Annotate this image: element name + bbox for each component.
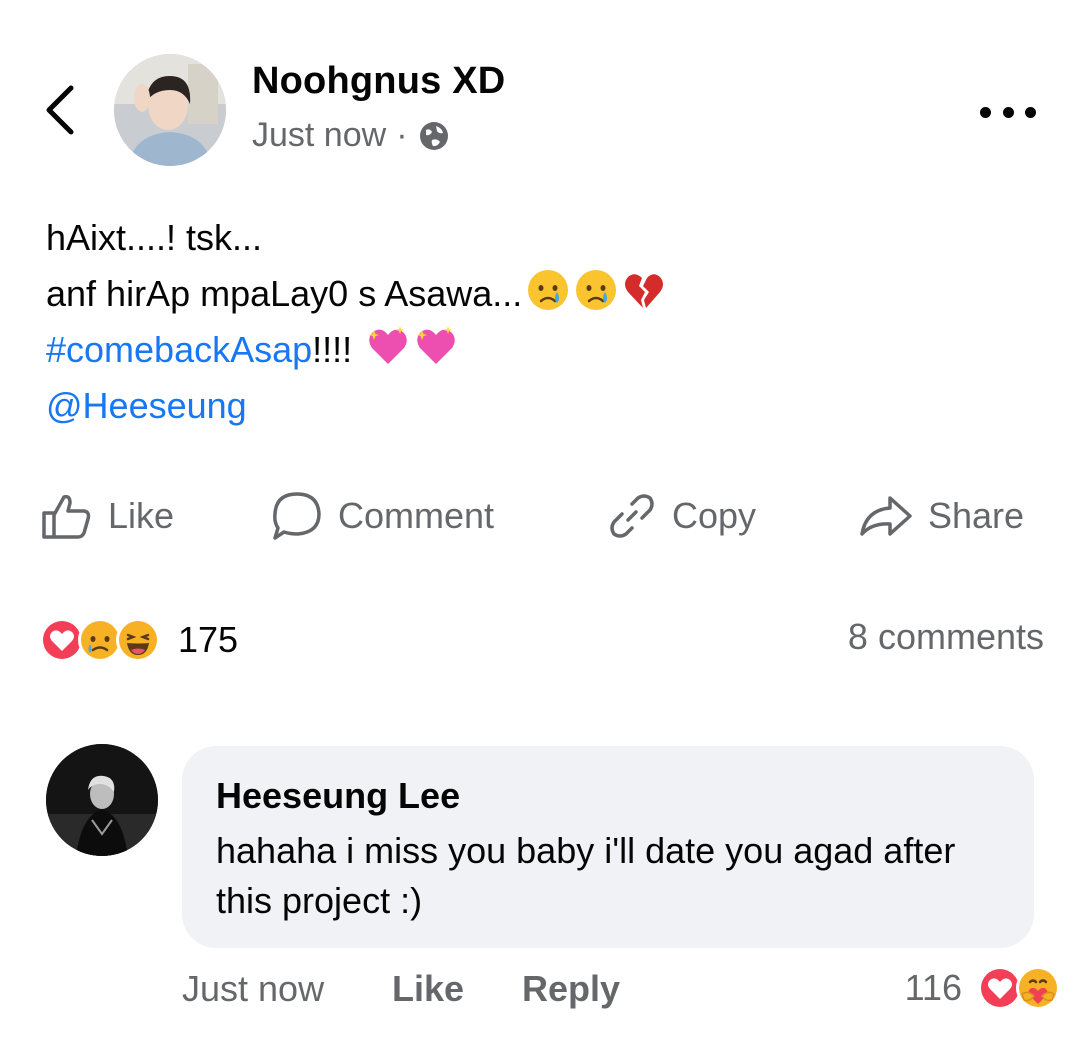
author-avatar[interactable]	[114, 54, 226, 166]
sparkling-heart-emoji	[369, 326, 407, 364]
dot-icon	[1002, 106, 1014, 118]
broken-heart-emoji	[625, 274, 664, 308]
reactions-summary[interactable]: 175	[38, 614, 238, 666]
dot-icon	[1025, 106, 1036, 118]
haha-reaction-icon	[116, 618, 160, 662]
commenter-avatar-image	[46, 744, 158, 856]
comment-button[interactable]: Comment	[270, 488, 494, 544]
hashtag-link[interactable]: #comebackAsap	[46, 329, 312, 370]
post-timestamp[interactable]: Just now	[252, 116, 386, 155]
share-arrow-icon	[860, 496, 912, 536]
copy-label: Copy	[672, 495, 757, 536]
post-line-3: #comebackAsap!!!!	[46, 322, 666, 378]
globe-icon	[419, 121, 448, 150]
comment-like-button[interactable]: Like	[392, 968, 464, 1010]
comment-text: hahaha i miss you baby i'll date you aga…	[216, 830, 956, 921]
post-author-name[interactable]: Noohgnus XD	[252, 60, 505, 103]
crying-face-emoji	[576, 270, 617, 310]
comments-count-link[interactable]: 8 comments	[848, 616, 1044, 658]
author-avatar-image	[114, 54, 226, 166]
care-reaction-icon	[1016, 966, 1060, 1010]
thumbs-up-icon	[42, 494, 91, 539]
comment-bubble: Heeseung Lee hahaha i miss you baby i'll…	[182, 746, 1034, 948]
mention-link[interactable]: @Heeseung	[46, 378, 666, 434]
post-line-1: hAixt....! tsk...	[46, 217, 263, 258]
comment-bubble-icon	[273, 492, 321, 540]
share-label: Share	[928, 495, 1025, 536]
sparkling-heart-emoji	[417, 326, 455, 364]
crying-face-emoji	[528, 270, 569, 310]
post-meta: Just now ·	[252, 116, 450, 155]
meta-separator: ·	[396, 116, 408, 154]
share-button[interactable]: Share	[858, 488, 1024, 544]
post-line-2: anf hirAp mpaLay0 s Asawa...	[46, 266, 666, 322]
more-options-button[interactable]	[980, 104, 1036, 120]
comment-reactions[interactable]: 116	[904, 964, 1060, 1012]
comment-reaction-count: 116	[904, 967, 962, 1008]
like-label: Like	[108, 495, 175, 536]
like-button[interactable]: Like	[40, 488, 174, 544]
back-button[interactable]	[38, 82, 82, 138]
commenter-name[interactable]: Heeseung Lee	[216, 774, 1000, 818]
reaction-count: 175	[178, 619, 239, 660]
comment-label: Comment	[338, 495, 495, 536]
comment-reply-button[interactable]: Reply	[522, 968, 620, 1010]
link-icon	[610, 494, 654, 538]
post-line-2-text: anf hirAp mpaLay0 s Asawa...	[46, 273, 523, 314]
post-text: hAixt....! tsk... anf hirAp mpaLay0 s As…	[46, 210, 666, 434]
chevron-left-icon	[46, 85, 74, 135]
copy-button[interactable]: Copy	[606, 488, 756, 544]
post-line-3-suffix: !!!!	[312, 329, 353, 370]
commenter-avatar[interactable]	[46, 744, 158, 856]
comment-timestamp: Just now	[182, 968, 325, 1009]
dot-icon	[980, 106, 991, 118]
